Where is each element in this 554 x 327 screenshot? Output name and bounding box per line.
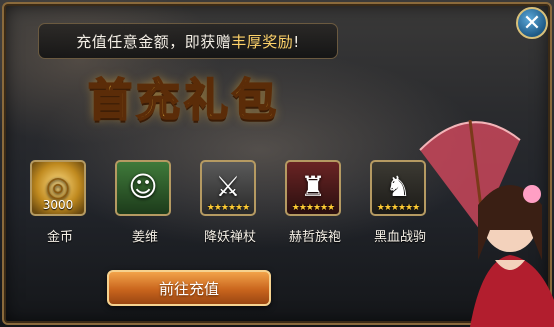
popup-title: 首充礼包 bbox=[87, 74, 280, 127]
first-recharge-popup: 充值任意金额，即获赠丰厚奖励! ✕ 首充礼包 ◎ 3000 金币 ☺ 姜维 ⚔ … bbox=[0, 0, 554, 327]
promo-banner: 充值任意金额，即获赠丰厚奖励! bbox=[38, 23, 338, 59]
character-illustration bbox=[419, 119, 554, 327]
close-icon[interactable]: ✕ bbox=[516, 7, 548, 39]
banner-highlight: 丰厚奖励 bbox=[231, 32, 294, 51]
reward-list: ◎ 3000 金币 ☺ 姜维 ⚔ ★★★★★★ 降妖禅杖 ♜ ★★★★★★ 赫哲… bbox=[25, 160, 445, 250]
gold-coin-icon: ◎ 3000 bbox=[30, 160, 86, 216]
staff-weapon-icon: ⚔ ★★★★★★ bbox=[200, 160, 256, 216]
star-rating: ★★★★★★ bbox=[206, 203, 250, 213]
reward-item-hero[interactable]: ☺ 姜维 bbox=[115, 160, 175, 245]
reward-label: 降妖禅杖 bbox=[203, 230, 256, 245]
reward-label: 姜维 bbox=[131, 230, 158, 245]
reward-item-weapon[interactable]: ⚔ ★★★★★★ 降妖禅杖 bbox=[200, 160, 260, 245]
recharge-button[interactable]: 前往充值 bbox=[107, 270, 271, 306]
reward-label: 赫哲族袍 bbox=[288, 230, 341, 245]
robe-armor-icon: ♜ ★★★★★★ bbox=[285, 160, 341, 216]
reward-item-gold[interactable]: ◎ 3000 金币 bbox=[30, 160, 90, 245]
banner-text: 充值任意金额，即获赠丰厚奖励! bbox=[76, 32, 300, 51]
star-rating: ★★★★★★ bbox=[291, 203, 335, 213]
reward-item-armor[interactable]: ♜ ★★★★★★ 赫哲族袍 bbox=[285, 160, 345, 245]
reward-label: 金币 bbox=[46, 230, 73, 245]
reward-quantity: 3000 bbox=[42, 198, 74, 212]
hero-portrait-icon: ☺ bbox=[115, 160, 171, 216]
